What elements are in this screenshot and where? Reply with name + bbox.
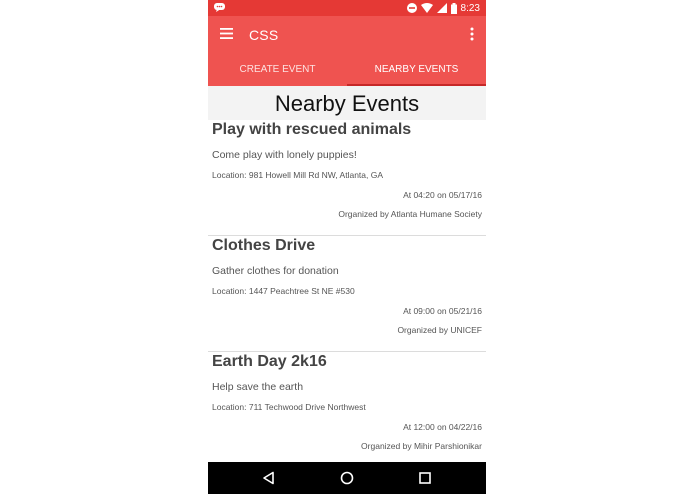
event-time: At 12:00 on 04/22/16	[403, 422, 482, 432]
app-title: CSS	[249, 27, 279, 43]
event-description: Come play with lonely puppies!	[212, 149, 357, 161]
event-title: Clothes Drive	[212, 237, 316, 254]
list-item[interactable]: Earth Day 2k16 Help save the earth Locat…	[208, 352, 486, 467]
event-time: At 04:20 on 05/17/16	[403, 190, 482, 200]
home-icon[interactable]	[340, 471, 354, 485]
page-title: Nearby Events	[208, 86, 486, 120]
event-location: Location: 981 Howell Mill Rd NW, Atlanta…	[212, 170, 384, 180]
app-bar: CSS	[208, 16, 486, 54]
wifi-icon	[420, 3, 433, 13]
event-organizer: Organized by UNICEF	[397, 325, 482, 335]
event-organizer: Organized by Mihir Parshionikar	[361, 441, 482, 451]
status-icons: 8:23	[406, 1, 480, 15]
tab-create-event[interactable]: CREATE EVENT	[208, 54, 347, 86]
menu-icon[interactable]	[220, 28, 233, 39]
signal-icon	[436, 3, 447, 13]
event-location: Location: 1447 Peachtree St NE #530	[212, 286, 355, 296]
battery-icon	[450, 2, 457, 14]
phone-screen: 8:23 CSS CREATE EVENT NEARBY EVENTS Near…	[208, 0, 486, 494]
list-item[interactable]: Play with rescued animals Come play with…	[208, 120, 486, 236]
tab-bar: CREATE EVENT NEARBY EVENTS	[208, 54, 486, 86]
event-organizer: Organized by Atlanta Humane Society	[338, 209, 482, 219]
event-title: Earth Day 2k16	[212, 353, 327, 370]
dnd-icon	[406, 3, 417, 13]
navigation-bar	[208, 462, 486, 494]
tab-nearby-events[interactable]: NEARBY EVENTS	[347, 54, 486, 86]
list-item[interactable]: Clothes Drive Gather clothes for donatio…	[208, 236, 486, 352]
notification-icon	[214, 3, 225, 12]
event-time: At 09:00 on 05/21/16	[403, 306, 482, 316]
status-time: 8:23	[460, 2, 480, 14]
overflow-icon[interactable]	[470, 27, 474, 41]
recents-icon[interactable]	[418, 471, 432, 485]
event-description: Gather clothes for donation	[212, 265, 339, 277]
status-bar: 8:23	[208, 0, 486, 16]
event-title: Play with rescued animals	[212, 121, 412, 138]
event-location: Location: 711 Techwood Drive Northwest	[212, 402, 366, 412]
event-description: Help save the earth	[212, 381, 304, 393]
back-icon[interactable]	[262, 471, 276, 485]
events-list[interactable]: Nearby Events Play with rescued animals …	[208, 86, 486, 462]
